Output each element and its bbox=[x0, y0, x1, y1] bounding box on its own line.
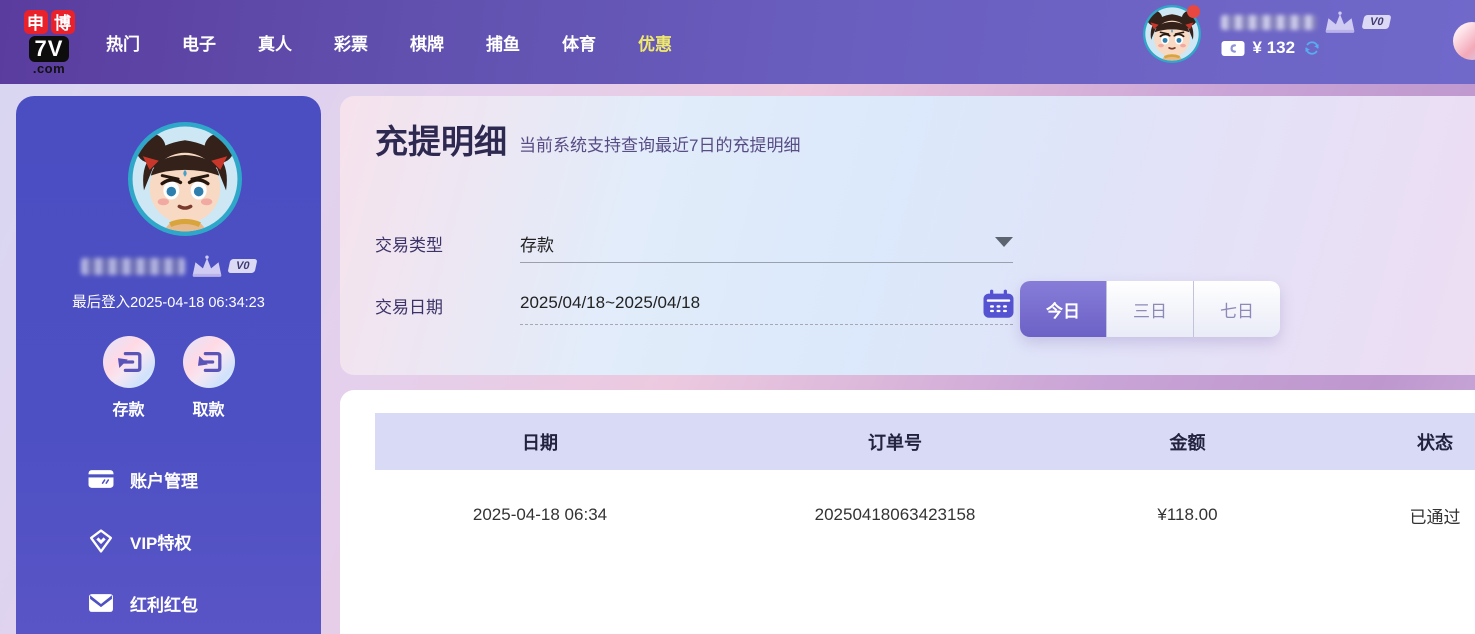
avatar[interactable] bbox=[128, 122, 242, 236]
range-today-button[interactable]: 今日 bbox=[1020, 281, 1107, 337]
site-logo[interactable]: 申 博 7V .com bbox=[14, 9, 84, 76]
table-header-row: 日期 订单号 金额 状态 bbox=[375, 413, 1475, 470]
transaction-type-label: 交易类型 bbox=[375, 236, 443, 255]
transaction-type-select[interactable]: 存款 bbox=[520, 231, 980, 256]
range-7days-button[interactable]: 七日 bbox=[1194, 281, 1280, 337]
range-3days-button[interactable]: 三日 bbox=[1107, 281, 1194, 337]
logo-7v: 7V bbox=[28, 35, 70, 62]
chevron-down-icon[interactable] bbox=[995, 237, 1013, 247]
sidebar-item-bonus[interactable]: 红利红包 bbox=[16, 572, 321, 634]
sidebar-user-id: V0 bbox=[16, 254, 321, 278]
logo-brand-squares: 申 博 bbox=[23, 9, 75, 34]
wallet-icon bbox=[1221, 40, 1245, 57]
withdraw-button[interactable]: 取款 bbox=[182, 336, 235, 420]
col-header-order-no: 订单号 bbox=[868, 432, 922, 453]
records-table: 日期 订单号 金额 状态 2025-04-18 06:34 2025041806… bbox=[375, 413, 1475, 560]
page-title: 充提明细 bbox=[375, 123, 507, 160]
bank-card-icon bbox=[88, 466, 114, 492]
username-masked bbox=[1220, 14, 1317, 30]
divider bbox=[520, 324, 1013, 325]
deposit-arrow-icon bbox=[102, 336, 155, 388]
nav-item-fishing[interactable]: 捕鱼 bbox=[486, 30, 520, 55]
col-header-status: 状态 bbox=[1417, 432, 1453, 453]
balance-amount: ¥ 132 bbox=[1252, 38, 1296, 57]
nav-item-slots[interactable]: 电子 bbox=[182, 30, 216, 55]
top-navigation-bar: 申 博 7V .com 热门 电子 真人 彩票 棋牌 捕鱼 体育 优惠 V0 ¥… bbox=[0, 0, 1475, 84]
filter-card: 充提明细 当前系统支持查询最近7日的充提明细 交易类型 存款 交易日期 2025… bbox=[340, 96, 1475, 375]
logo-char-shen: 申 bbox=[23, 9, 48, 34]
avatar[interactable] bbox=[1143, 5, 1201, 63]
transaction-date-label: 交易日期 bbox=[375, 298, 443, 317]
crown-icon bbox=[190, 254, 224, 278]
nav-item-promo[interactable]: 优惠 bbox=[638, 30, 672, 55]
quick-actions: 存款 取款 bbox=[16, 336, 321, 420]
cell-date: 2025-04-18 06:34 bbox=[472, 505, 608, 524]
vip-level-badge: V0 bbox=[227, 259, 258, 273]
divider bbox=[520, 262, 1013, 263]
vip-diamond-icon bbox=[88, 528, 114, 554]
col-header-date: 日期 bbox=[522, 432, 558, 453]
cell-amount: ¥118.00 bbox=[1157, 505, 1218, 524]
sidebar: V0 最后登入2025-04-18 06:34:23 存款 取款 账户管理 VI… bbox=[16, 96, 321, 634]
date-range-quick-buttons: 今日 三日 七日 bbox=[1020, 281, 1280, 337]
notification-dot bbox=[1186, 5, 1200, 18]
date-range-input[interactable]: 2025/04/18~2025/04/18 bbox=[520, 293, 980, 313]
cell-status: 已通过 bbox=[1409, 507, 1461, 527]
nav-item-sports[interactable]: 体育 bbox=[562, 30, 596, 55]
main-nav: 热门 电子 真人 彩票 棋牌 捕鱼 体育 优惠 bbox=[106, 30, 672, 55]
cell-order-no: 20250418063423158 bbox=[814, 505, 976, 524]
nav-item-lottery[interactable]: 彩票 bbox=[334, 30, 368, 55]
service-icon-partial[interactable] bbox=[1453, 22, 1475, 60]
page: 申 博 7V .com 热门 电子 真人 彩票 棋牌 捕鱼 体育 优惠 V0 ¥… bbox=[0, 0, 1475, 634]
user-area: V0 ¥ 132 bbox=[1143, 5, 1392, 63]
nav-item-board[interactable]: 棋牌 bbox=[410, 30, 444, 55]
calendar-icon[interactable] bbox=[982, 289, 1015, 319]
crown-icon bbox=[1323, 10, 1357, 34]
deposit-button[interactable]: 存款 bbox=[102, 336, 155, 420]
records-panel: 日期 订单号 金额 状态 2025-04-18 06:34 2025041806… bbox=[340, 390, 1475, 634]
table-row: 2025-04-18 06:34 20250418063423158 ¥118.… bbox=[375, 470, 1475, 560]
logo-com: .com bbox=[32, 60, 66, 76]
red-envelope-icon bbox=[88, 590, 114, 616]
logo-char-bo: 博 bbox=[50, 9, 75, 34]
user-info: V0 ¥ 132 bbox=[1220, 10, 1392, 58]
sidebar-item-account[interactable]: 账户管理 bbox=[16, 448, 321, 510]
nav-item-live[interactable]: 真人 bbox=[258, 30, 292, 55]
username-masked bbox=[80, 257, 185, 275]
page-subtitle: 当前系统支持查询最近7日的充提明细 bbox=[519, 136, 801, 156]
sidebar-menu: 账户管理 VIP特权 红利红包 bbox=[16, 448, 321, 634]
withdraw-arrow-icon bbox=[182, 336, 235, 388]
nav-item-hot[interactable]: 热门 bbox=[106, 30, 140, 55]
vip-level-badge: V0 bbox=[1361, 15, 1392, 29]
col-header-amount: 金额 bbox=[1169, 432, 1206, 453]
sidebar-item-vip[interactable]: VIP特权 bbox=[16, 510, 321, 572]
last-login-text: 最后登入2025-04-18 06:34:23 bbox=[72, 295, 265, 311]
refresh-balance-icon[interactable] bbox=[1303, 39, 1321, 57]
